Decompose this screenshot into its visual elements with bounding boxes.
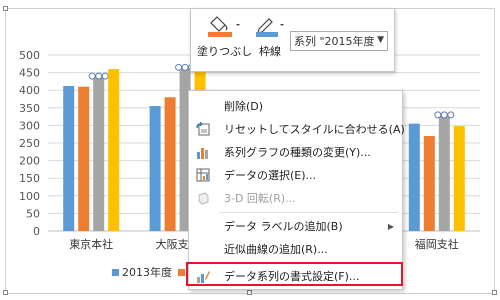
y-tick-label: 50 (26, 207, 40, 220)
y-tick-label: 300 (19, 119, 40, 132)
menu-separator (219, 262, 398, 263)
menu-item-label: リセットしてスタイルに合わせる(A) (224, 123, 405, 136)
format-series-icon (197, 271, 210, 283)
chart-type-icon (197, 148, 208, 159)
y-tick-label: 400 (19, 84, 40, 97)
chevron-down-icon: ▼ (377, 35, 384, 45)
series-select-dropdown[interactable]: 系列 "2015年度 ▼ (290, 31, 388, 51)
menu-item-label: データの選択(E)... (224, 169, 317, 182)
bar[interactable] (108, 69, 120, 231)
y-tick-label: 250 (19, 137, 40, 150)
select-data-icon (196, 168, 210, 182)
menu-separator (219, 212, 398, 213)
pen-outline-icon (256, 18, 284, 37)
selection-handle[interactable] (175, 63, 183, 71)
fill-button[interactable]: 塗りつぶし (197, 15, 252, 59)
menu-item-label: データ ラベルの追加(B) (224, 220, 343, 233)
menu-item-add-data-labels[interactable]: データ ラベルの追加(B) ▶ (189, 215, 402, 237)
selection-handle[interactable] (447, 111, 455, 119)
legend-item-0[interactable]: 2013年度 (112, 264, 172, 280)
outline-button[interactable]: 枠線 (253, 15, 287, 59)
bar[interactable] (408, 123, 420, 231)
fill-label: 塗りつぶし (197, 45, 253, 58)
y-axis-ticks: 0 50 100 150 200 250 300 350 400 450 500 (19, 49, 40, 238)
selection-handle[interactable] (181, 63, 189, 71)
menu-item-label: データ系列の書式設定(F)... (224, 270, 360, 283)
menu-item-label: 近似曲線の追加(R)... (224, 243, 328, 256)
selection-handle[interactable] (101, 72, 109, 80)
y-tick-label: 350 (19, 102, 40, 115)
menu-item-select-data[interactable]: データの選択(E)... (189, 164, 402, 186)
menu-item-change-chart-type[interactable]: 系列グラフの種類の変更(Y)... (189, 141, 402, 163)
bar[interactable] (164, 97, 176, 232)
selection-handle[interactable] (88, 72, 96, 80)
submenu-arrow-icon: ▶ (387, 221, 394, 231)
legend-swatch-0 (112, 268, 119, 276)
menu-item-reset-style[interactable]: リセットしてスタイルに合わせる(A) (189, 118, 405, 140)
paint-bucket-icon (207, 16, 240, 37)
x-tick-label: 東京本社 (69, 237, 113, 251)
mini-toolbar: 塗りつぶし 枠線 系列 "2015年度 ▼ (190, 8, 395, 72)
y-tick-label: 150 (19, 172, 40, 185)
selection-handle[interactable] (440, 111, 448, 119)
y-tick-label: 450 (19, 67, 40, 80)
bar[interactable] (453, 126, 465, 231)
legend-swatch-1 (178, 268, 185, 276)
y-tick-label: 100 (19, 190, 40, 203)
selection-handle[interactable] (95, 72, 103, 80)
legend-label-0: 2013年度 (122, 266, 172, 279)
y-tick-label: 200 (19, 155, 40, 168)
bar[interactable] (149, 106, 161, 231)
legend[interactable]: 2013年度 (112, 264, 188, 280)
menu-item-add-trendline[interactable]: 近似曲線の追加(R)... (189, 238, 402, 260)
context-menu: 削除(D) リセットしてスタイルに合わせる(A) 系列グラフの種類の変更(Y).… (188, 90, 405, 290)
menu-item-label: 系列グラフの種類の変更(Y)... (224, 146, 371, 159)
outline-label: 枠線 (259, 45, 281, 58)
selection-handle[interactable] (434, 111, 442, 119)
menu-item-3d-rotation[interactable]: 3-D 回転(R)... (189, 187, 402, 209)
3d-rotate-icon (198, 192, 209, 205)
bar[interactable] (78, 86, 90, 232)
bar[interactable] (423, 135, 435, 231)
menu-item-label: 3-D 回転(R)... (224, 192, 296, 205)
menu-item-delete[interactable]: 削除(D) (189, 95, 402, 117)
y-tick-label: 0 (33, 225, 40, 238)
y-tick-label: 500 (19, 49, 40, 62)
menu-item-format-data-series[interactable]: データ系列の書式設定(F)... (189, 265, 402, 287)
bar[interactable] (63, 85, 75, 231)
bar[interactable] (93, 76, 105, 232)
reset-style-icon (196, 122, 210, 136)
series-select-value: 系列 "2015年度 (294, 35, 375, 48)
legend-item-1[interactable] (178, 268, 188, 276)
x-tick-label: 福岡支社 (415, 237, 459, 251)
menu-item-label: 削除(D) (224, 100, 264, 113)
bar[interactable] (438, 114, 450, 231)
